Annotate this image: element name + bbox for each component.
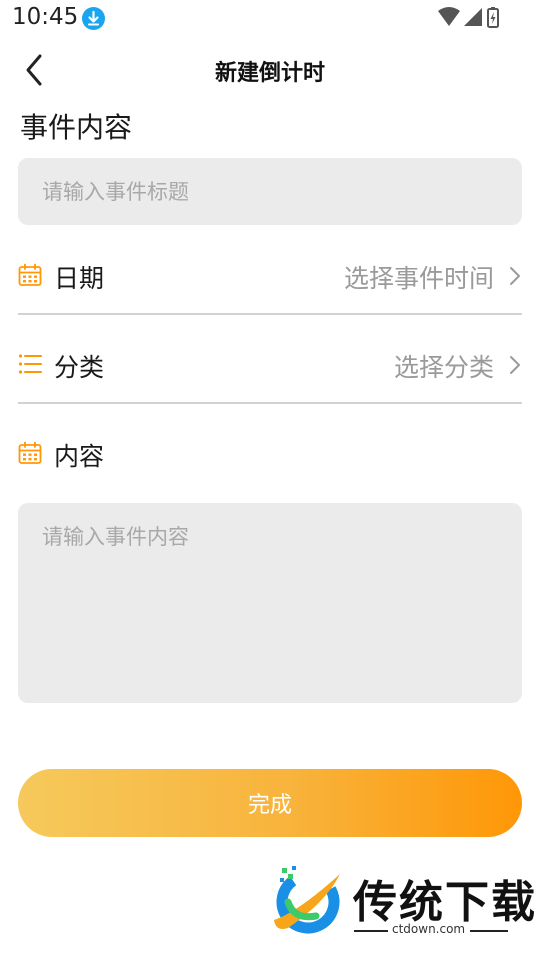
- status-bar: 10:45: [0, 0, 540, 36]
- category-value: 选择分类: [393, 353, 494, 382]
- download-icon: [82, 7, 105, 30]
- watermark-brand: 传统下载: [353, 877, 537, 928]
- nav-bar: 新建倒计时: [0, 40, 540, 100]
- content-row: 内容: [18, 424, 522, 484]
- cellular-signal-icon: [464, 8, 482, 26]
- wifi-icon: [438, 7, 460, 26]
- list-icon: [18, 354, 42, 374]
- page-title: 新建倒计时: [214, 61, 325, 86]
- chevron-right-icon: [510, 267, 520, 285]
- section-title: 事件内容: [20, 111, 133, 144]
- date-value: 选择事件时间: [343, 264, 494, 293]
- divider: [18, 402, 522, 404]
- status-icons: [438, 6, 502, 34]
- calendar-icon: [18, 441, 42, 464]
- status-time: 10:45: [12, 4, 79, 30]
- divider: [470, 930, 508, 932]
- event-content-input[interactable]: [18, 503, 522, 703]
- calendar-icon: [18, 263, 42, 286]
- battery-icon: [487, 7, 499, 28]
- category-label: 分类: [54, 353, 105, 382]
- content-label: 内容: [54, 442, 105, 471]
- date-label: 日期: [54, 264, 105, 293]
- divider: [354, 930, 388, 932]
- chevron-right-icon: [510, 356, 520, 374]
- ctdown-logo-icon: [274, 866, 340, 934]
- event-title-input[interactable]: [18, 158, 522, 225]
- category-row[interactable]: 分类 选择分类: [18, 335, 522, 395]
- date-row[interactable]: 日期 选择事件时间: [18, 246, 522, 306]
- watermark-url: ctdown.com: [392, 922, 466, 936]
- divider: [18, 313, 522, 315]
- done-button[interactable]: 完成: [18, 769, 522, 837]
